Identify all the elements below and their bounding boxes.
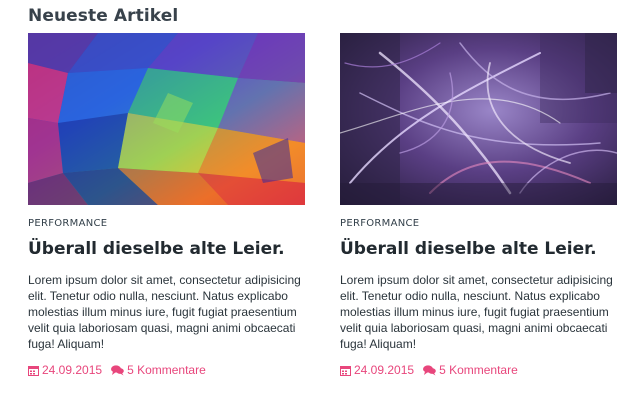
comments-icon [423, 364, 436, 375]
abstract-light-streaks-image [340, 33, 617, 205]
section-title: Neueste Artikel [28, 6, 179, 26]
article-thumbnail-link[interactable] [340, 33, 617, 205]
article-thumbnail-link[interactable] [28, 33, 305, 205]
article-excerpt: Lorem ipsum dolor sit amet, consectetur … [28, 273, 301, 351]
article-comments: 5 Kommentare [127, 363, 206, 377]
article-card: PERFORMANCE Überall dieselbe alte Leier.… [340, 33, 617, 377]
calendar-icon [28, 365, 39, 376]
article-date-link[interactable]: 24.09.2015 [28, 363, 102, 377]
article-date: 24.09.2015 [354, 363, 415, 377]
article-title[interactable]: Überall dieselbe alte Leier. [340, 239, 597, 259]
article-meta: 24.09.2015 5 Kommentare [28, 363, 206, 377]
article-comments-link[interactable]: 5 Kommentare [423, 363, 518, 377]
calendar-icon [340, 365, 351, 376]
article-meta: 24.09.2015 5 Kommentare [340, 363, 518, 377]
article-excerpt: Lorem ipsum dolor sit amet, consectetur … [340, 273, 613, 351]
article-comments-link[interactable]: 5 Kommentare [111, 363, 206, 377]
category-link[interactable]: PERFORMANCE [340, 218, 419, 229]
article-date: 24.09.2015 [42, 363, 103, 377]
article-date-link[interactable]: 24.09.2015 [340, 363, 414, 377]
comments-icon [111, 364, 124, 375]
article-comments: 5 Kommentare [439, 363, 518, 377]
category-link[interactable]: PERFORMANCE [28, 218, 107, 229]
article-card: PERFORMANCE Überall dieselbe alte Leier.… [28, 33, 305, 377]
article-title[interactable]: Überall dieselbe alte Leier. [28, 239, 285, 259]
abstract-polygon-image [28, 33, 305, 205]
